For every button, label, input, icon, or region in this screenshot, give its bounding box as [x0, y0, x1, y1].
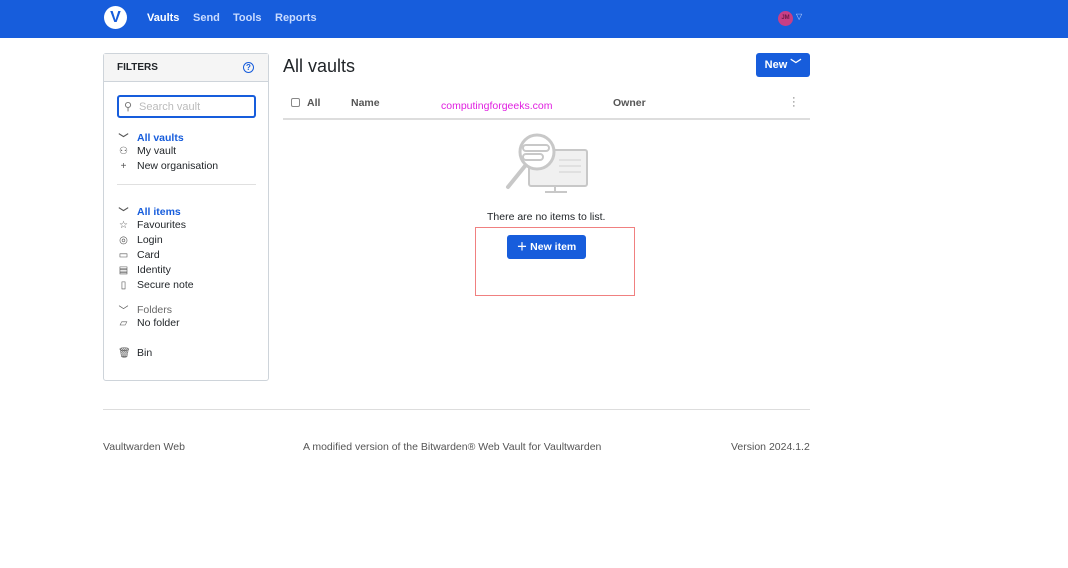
label: All items	[137, 205, 181, 218]
avatar[interactable]: JM	[778, 11, 793, 26]
label: New item	[530, 241, 577, 253]
label: Folders	[137, 303, 173, 316]
filter-all-vaults[interactable]: ﹀ All vaults	[118, 130, 184, 146]
trash-icon: 🗑	[118, 347, 131, 359]
label: Identity	[137, 264, 171, 276]
globe-icon: ◎	[119, 234, 128, 246]
footer-divider	[103, 409, 810, 410]
plus-icon: ＋	[516, 241, 528, 253]
column-owner[interactable]: Owner	[613, 97, 646, 109]
label: My vault	[137, 145, 177, 157]
filter-folders[interactable]: ﹀ Folders	[118, 302, 173, 318]
label: Bin	[137, 347, 153, 359]
chevron-down-icon: ﹀	[118, 134, 129, 145]
filter-favourites[interactable]: ☆ Favourites	[118, 219, 186, 231]
filter-all-items[interactable]: ﹀ All items	[118, 204, 181, 220]
search-icon: ⚲	[124, 101, 133, 113]
help-icon[interactable]: ?	[243, 62, 254, 73]
nav-vaults[interactable]: Vaults	[147, 12, 179, 24]
search-input[interactable]: ⚲ Search vault	[117, 95, 256, 118]
table-header-divider	[283, 118, 810, 120]
footer-version: Version 2024.1.2	[731, 441, 810, 453]
label: New	[764, 59, 788, 71]
column-name[interactable]: Name	[351, 97, 380, 109]
page-title: All vaults	[283, 56, 356, 76]
filter-no-folder[interactable]: ▱ No folder	[118, 317, 180, 329]
nav-tools[interactable]: Tools	[233, 12, 262, 24]
filter-card[interactable]: ▭ Card	[118, 249, 160, 261]
filters-panel: FILTERS? ⚲ Search vault ﹀ All vaults ⚇ My v…	[103, 53, 269, 381]
column-all[interactable]: All	[307, 97, 320, 109]
nav-reports[interactable]: Reports	[275, 12, 317, 24]
label: Favourites	[137, 219, 187, 231]
filter-secure-note[interactable]: ▯ Secure note	[118, 279, 194, 291]
label: Login	[137, 234, 163, 246]
label: All vaults	[137, 131, 184, 144]
empty-state-text: There are no items to list.	[487, 211, 606, 223]
user-icon: ⚇	[119, 145, 128, 157]
select-all-checkbox[interactable]	[291, 98, 300, 107]
divider	[117, 184, 256, 185]
nav-send[interactable]: Send	[193, 12, 220, 24]
note-icon: ▯	[120, 279, 127, 291]
chevron-down-icon: ﹀	[118, 306, 129, 317]
filter-identity[interactable]: ▤ Identity	[118, 264, 171, 276]
folder-icon: ▱	[119, 317, 128, 329]
new-button[interactable]: New ﹀	[756, 53, 810, 77]
footer-app-name: Vaultwarden Web	[103, 441, 185, 453]
label: Card	[137, 249, 160, 261]
vaultwarden-logo[interactable]: V	[104, 6, 127, 29]
top-navbar: V Vaults Send Tools Reports JM ▽	[0, 0, 1068, 38]
watermark: computingforgeeks.com	[441, 100, 553, 112]
label: New organisation	[137, 160, 219, 172]
filter-bin[interactable]: 🗑 Bin	[118, 347, 152, 359]
new-item-button[interactable]: ＋ New item	[507, 235, 586, 259]
more-options-icon[interactable]: · · ·	[792, 93, 796, 112]
star-icon: ☆	[119, 219, 128, 231]
empty-search-illustration-icon	[506, 133, 588, 193]
id-card-icon: ▤	[118, 264, 129, 276]
plus-icon: +	[120, 160, 127, 172]
chevron-down-icon[interactable]: ▽	[796, 12, 802, 21]
filter-my-vault[interactable]: ⚇ My vault	[118, 145, 176, 157]
footer-description: A modified version of the Bitwarden® Web…	[303, 441, 602, 453]
credit-card-icon: ▭	[118, 249, 129, 261]
chevron-down-icon: ﹀	[118, 208, 129, 219]
filter-login[interactable]: ◎ Login	[118, 234, 163, 246]
filters-title: FILTERS	[117, 62, 158, 73]
chevron-down-icon: ﹀	[790, 59, 802, 71]
label: Secure note	[137, 279, 194, 291]
label: No folder	[137, 317, 180, 329]
filter-new-organisation[interactable]: + New organisation	[118, 160, 219, 172]
search-placeholder: Search vault	[139, 101, 201, 113]
